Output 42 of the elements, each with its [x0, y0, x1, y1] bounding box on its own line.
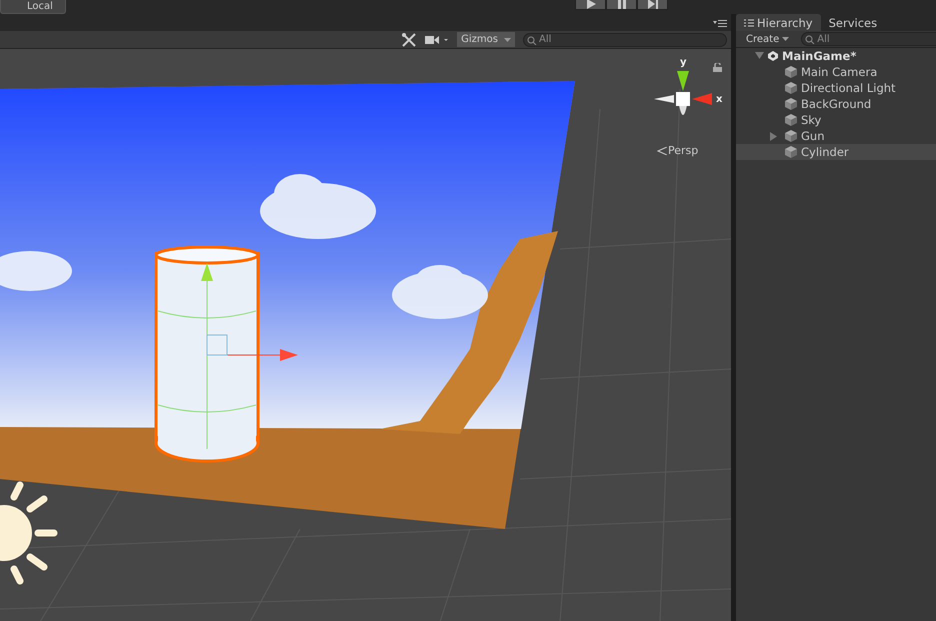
panel-menu-icon[interactable] [713, 18, 727, 26]
scene-search-field[interactable]: All [523, 32, 727, 46]
caret-icon [782, 37, 790, 41]
cube-icon [785, 66, 797, 78]
hierarchy-item[interactable]: BackGround [736, 96, 936, 112]
collapsed-arrow-icon[interactable] [770, 132, 777, 140]
panel-tab[interactable]: Hierarchy [736, 14, 821, 31]
caret-icon [504, 38, 511, 42]
camera-icon[interactable] [425, 34, 450, 44]
create-dropdown[interactable]: Create [742, 34, 794, 44]
pivot-button[interactable]: Local [0, 0, 66, 14]
step-icon [646, 0, 658, 9]
lock-icon[interactable] [713, 63, 722, 72]
cube-icon [785, 130, 797, 142]
gizmos-dropdown[interactable]: Gizmos [457, 32, 515, 47]
scene-root-item[interactable]: MainGame* [736, 48, 936, 64]
play-button[interactable] [575, 0, 606, 10]
sun-icon [0, 482, 58, 584]
pause-button[interactable] [606, 0, 637, 10]
hierarchy-item[interactable]: Cylinder [736, 144, 936, 160]
y-axis-label: y [680, 58, 687, 68]
step-button[interactable] [637, 0, 668, 10]
perspective-icon [657, 146, 667, 154]
orientation-gizmo[interactable]: y x [654, 55, 728, 121]
cube-icon [785, 114, 797, 126]
scene-viewport[interactable]: y x Persp [0, 49, 731, 621]
expand-arrow-icon[interactable] [755, 52, 764, 60]
panel-tab[interactable]: Services [820, 14, 886, 31]
x-axis-label: x [716, 95, 722, 105]
hierarchy-item[interactable]: Sky [736, 112, 936, 128]
hierarchy-item[interactable]: Directional Light [736, 80, 936, 96]
cube-icon [785, 82, 797, 94]
cube-icon [785, 98, 797, 110]
hierarchy-item[interactable]: Main Camera [736, 64, 936, 80]
hierarchy-item[interactable]: Gun [736, 128, 936, 144]
tools-icon[interactable] [401, 32, 418, 46]
pause-icon [616, 0, 626, 9]
play-icon [584, 0, 596, 9]
projection-toggle[interactable]: Persp [657, 144, 698, 157]
hierarchy-search-field[interactable]: All [801, 32, 936, 46]
list-icon [744, 18, 754, 26]
cube-icon [785, 146, 797, 158]
